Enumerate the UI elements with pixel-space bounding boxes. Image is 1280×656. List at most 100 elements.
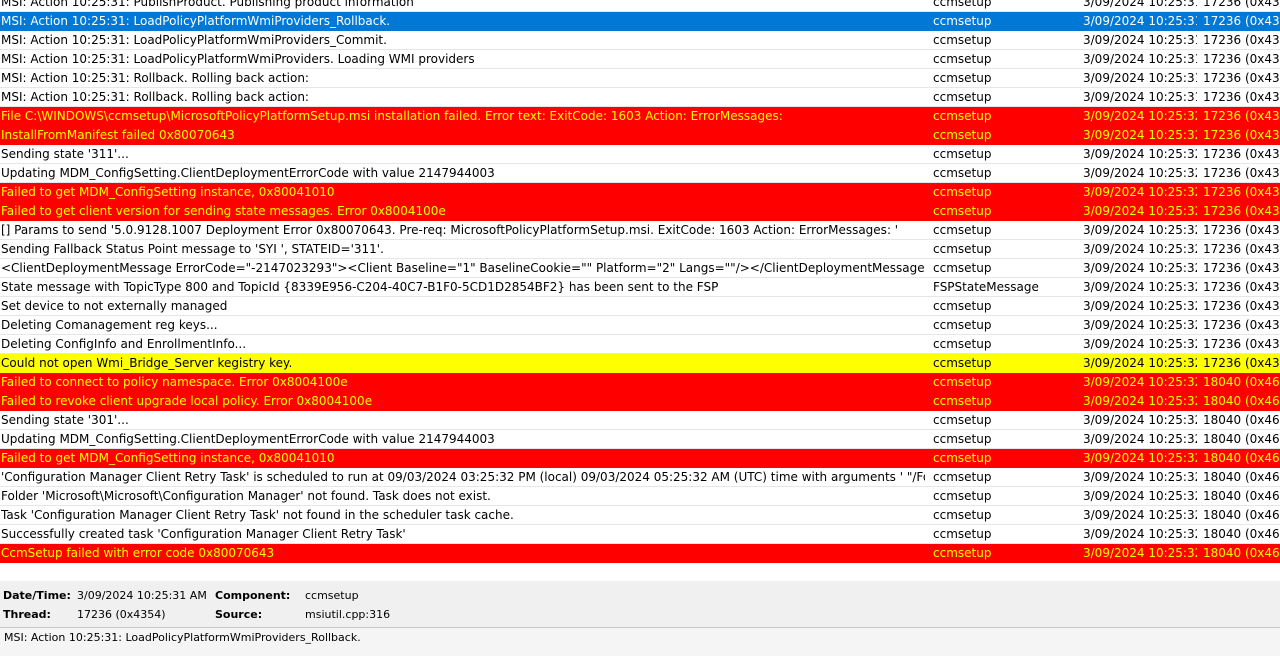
log-row[interactable]: Sending Fallback Status Point message to… [0,240,1280,259]
log-thread: 17236 (0x4354) [1203,356,1280,370]
log-row[interactable]: MSI: Action 10:25:31: LoadPolicyPlatform… [0,12,1280,31]
log-row[interactable]: CcmSetup failed with error code 0x800706… [0,544,1280,563]
log-thread: 17236 (0x4354) [1203,33,1280,47]
log-row[interactable]: Failed to get client version for sending… [0,202,1280,221]
log-row[interactable]: Deleting Comanagement reg keys... ccmsetu… [0,316,1280,335]
log-row[interactable]: Could not open Wmi_Bridge_Server kegistr… [0,354,1280,373]
message-text-box[interactable]: MSI: Action 10:25:31: LoadPolicyPlatform… [0,627,1280,656]
log-message: MSI: Action 10:25:31: Rollback. Rolling … [1,71,309,85]
log-component: ccmsetup [933,223,992,237]
log-row[interactable]: 'Configuration Manager Client Retry Task… [0,468,1280,487]
log-datetime: 3/09/2024 10:25:32 AM [1083,109,1197,123]
log-message: Set device to not externally managed [1,299,228,313]
log-message: Updating MDM_ConfigSetting.ClientDeploym… [1,432,495,446]
log-component: ccmsetup [933,489,992,503]
log-datetime: 3/09/2024 10:25:32 AM [1083,546,1197,560]
log-thread: 17236 (0x4354) [1203,337,1280,351]
log-message: InstallFromManifest failed 0x80070643 [1,128,235,142]
log-component: ccmsetup [933,318,992,332]
log-datetime: 3/09/2024 10:25:31 AM [1083,0,1197,9]
log-datetime: 3/09/2024 10:25:32 AM [1083,128,1197,142]
log-message: State message with TopicType 800 and Top… [1,280,719,294]
log-thread: 17236 (0x4354) [1203,223,1280,237]
log-datetime: 3/09/2024 10:25:32 AM [1083,147,1197,161]
log-thread: 17236 (0x4354) [1203,90,1280,104]
log-row[interactable]: File C:\WINDOWS\ccmsetup\MicrosoftPolicy… [0,107,1280,126]
details-panel: Date/Time: 3/09/2024 10:25:31 AM Compone… [0,581,1280,627]
log-row[interactable]: Updating MDM_ConfigSetting.ClientDeploym… [0,430,1280,449]
log-thread: 18040 (0x4678) [1203,508,1280,522]
log-datetime: 3/09/2024 10:25:31 AM [1083,52,1197,66]
log-component: ccmsetup [933,451,992,465]
log-row[interactable]: Sending state '311'... ccmsetup 3/09/2024 … [0,145,1280,164]
log-row[interactable]: State message with TopicType 800 and Top… [0,278,1280,297]
log-component: ccmsetup [933,261,992,275]
log-thread: 18040 (0x4678) [1203,470,1280,484]
log-message: Failed to revoke client upgrade local po… [1,394,373,408]
log-row[interactable]: Updating MDM_ConfigSetting.ClientDeploym… [0,164,1280,183]
log-datetime: 3/09/2024 10:25:32 AM [1083,432,1197,446]
log-component: ccmsetup [933,147,992,161]
log-datetime: 3/09/2024 10:25:32 AM [1083,413,1197,427]
list-spacer [0,566,1280,581]
log-row[interactable]: Folder 'Microsoft\Microsoft\Configuratio… [0,487,1280,506]
log-datetime: 3/09/2024 10:25:32 AM [1083,375,1197,389]
log-datetime: 3/09/2024 10:25:32 AM [1083,185,1197,199]
message-text: MSI: Action 10:25:31: LoadPolicyPlatform… [4,631,361,644]
log-thread: 18040 (0x4678) [1203,413,1280,427]
log-component: ccmsetup [933,546,992,560]
log-datetime: 3/09/2024 10:25:31 AM [1083,71,1197,85]
log-row[interactable]: Sending state '301'... ccmsetup 3/09/2024 … [0,411,1280,430]
log-component: FSPStateMessage [933,280,1039,294]
log-component: ccmsetup [933,71,992,85]
log-row[interactable]: MSI: Action 10:25:31: PublishProduct. Pu… [0,0,1280,12]
log-row[interactable]: <ClientDeploymentMessage ErrorCode="-214… [0,259,1280,278]
log-message: MSI: Action 10:25:31: PublishProduct. Pu… [1,0,414,9]
log-row[interactable]: MSI: Action 10:25:31: LoadPolicyPlatform… [0,31,1280,50]
log-thread: 17236 (0x4354) [1203,318,1280,332]
log-thread: 18040 (0x4678) [1203,527,1280,541]
log-row[interactable]: Failed to connect to policy namespace. E… [0,373,1280,392]
log-message: File C:\WINDOWS\ccmsetup\MicrosoftPolicy… [1,109,783,123]
log-row[interactable]: Successfully created task 'Configuration… [0,525,1280,544]
thread-value: 17236 (0x4354) [77,608,166,621]
log-row[interactable]: [] Params to send '5.0.9128.1007 Deploym… [0,221,1280,240]
log-entries-list[interactable]: MSI: Action 10:25:31: PublishProduct. Pu… [0,0,1280,566]
log-row[interactable]: MSI: Action 10:25:31: LoadPolicyPlatform… [0,50,1280,69]
log-row[interactable]: MSI: Action 10:25:31: Rollback. Rolling … [0,88,1280,107]
log-component: ccmsetup [933,52,992,66]
log-component: ccmsetup [933,33,992,47]
log-datetime: 3/09/2024 10:25:32 AM [1083,204,1197,218]
log-thread: 18040 (0x4678) [1203,432,1280,446]
log-component: ccmsetup [933,166,992,180]
log-component: ccmsetup [933,432,992,446]
log-row[interactable]: Set device to not externally managed ccms… [0,297,1280,316]
log-component: ccmsetup [933,375,992,389]
log-thread: 17236 (0x4354) [1203,147,1280,161]
log-row[interactable]: Deleting ConfigInfo and EnrollmentInfo..… [0,335,1280,354]
log-thread: 17236 (0x4354) [1203,261,1280,275]
log-row[interactable]: Failed to revoke client upgrade local po… [0,392,1280,411]
datetime-value: 3/09/2024 10:25:31 AM [77,589,207,602]
log-row[interactable]: Failed to get MDM_ConfigSetting instance… [0,183,1280,202]
log-thread: 18040 (0x4678) [1203,451,1280,465]
log-datetime: 3/09/2024 10:25:32 AM [1083,318,1197,332]
log-message: MSI: Action 10:25:31: LoadPolicyPlatform… [1,52,475,66]
log-datetime: 3/09/2024 10:25:32 AM [1083,508,1197,522]
datetime-label: Date/Time: [3,589,71,602]
log-message: Task 'Configuration Manager Client Retry… [1,508,514,522]
log-datetime: 3/09/2024 10:25:31 AM [1083,90,1197,104]
log-datetime: 3/09/2024 10:25:32 AM [1083,489,1197,503]
log-message: Updating MDM_ConfigSetting.ClientDeploym… [1,166,495,180]
component-value: ccmsetup [305,589,359,602]
log-component: ccmsetup [933,394,992,408]
log-row[interactable]: Task 'Configuration Manager Client Retry… [0,506,1280,525]
log-row[interactable]: MSI: Action 10:25:31: Rollback. Rolling … [0,69,1280,88]
log-datetime: 3/09/2024 10:25:32 AM [1083,394,1197,408]
log-datetime: 3/09/2024 10:25:32 AM [1083,299,1197,313]
log-datetime: 3/09/2024 10:25:32 AM [1083,337,1197,351]
log-component: ccmsetup [933,90,992,104]
log-row[interactable]: Failed to get MDM_ConfigSetting instance… [0,449,1280,468]
log-row[interactable]: InstallFromManifest failed 0x80070643 ccm… [0,126,1280,145]
log-datetime: 3/09/2024 10:25:32 AM [1083,261,1197,275]
